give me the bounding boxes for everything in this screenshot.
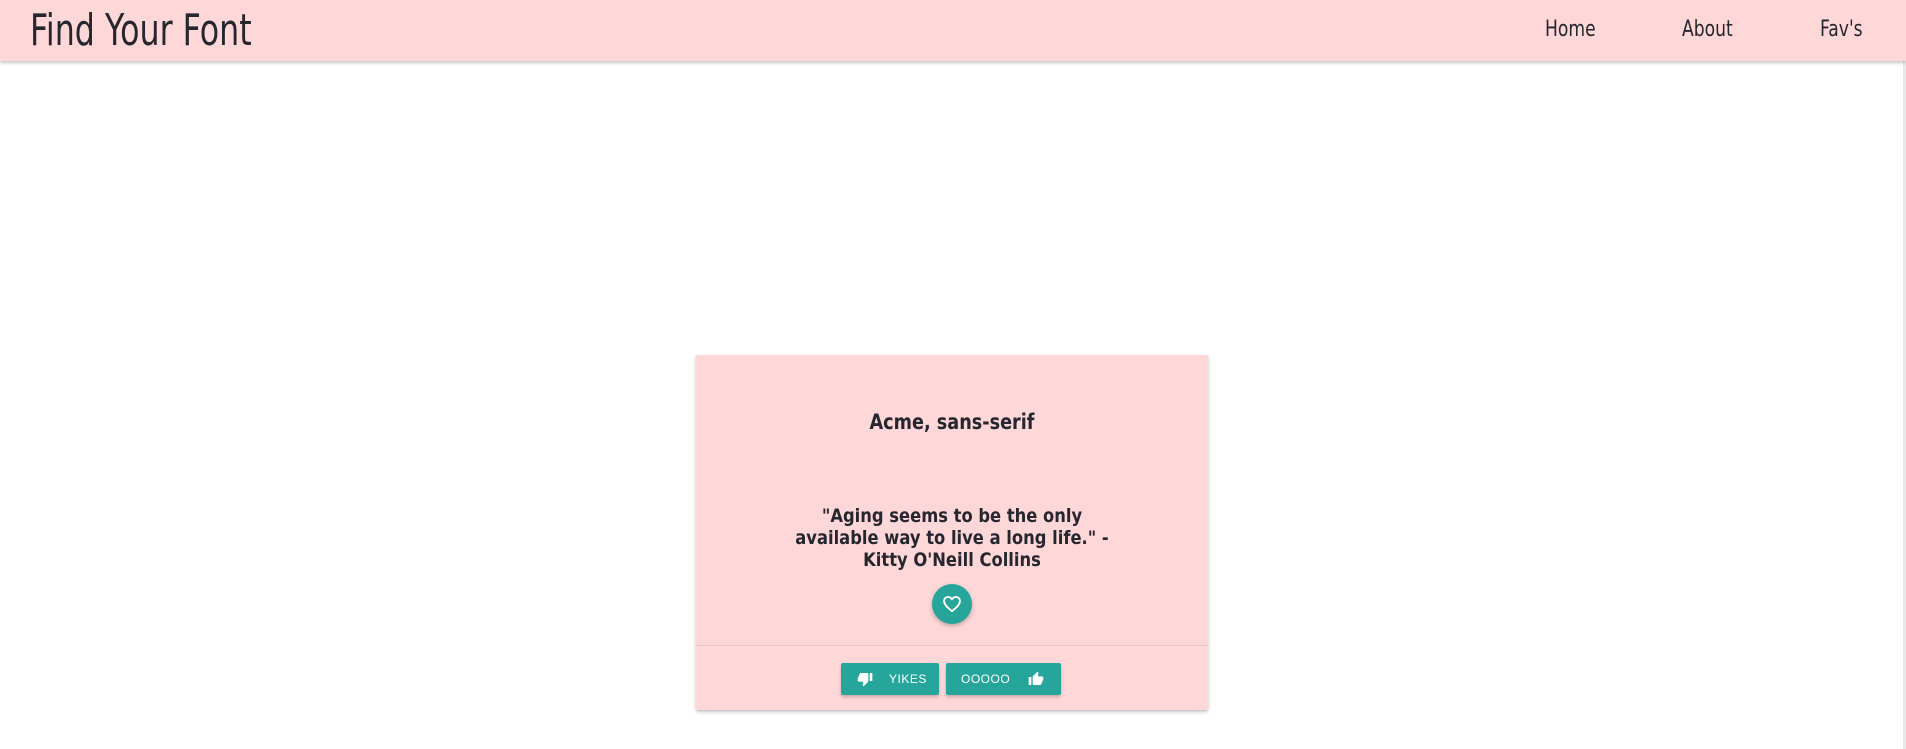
- nav-link-favs[interactable]: Fav's: [1820, 16, 1863, 44]
- ooooo-button[interactable]: OOOOO: [946, 663, 1061, 695]
- nav-link-about[interactable]: About: [1682, 16, 1733, 44]
- font-card: Acme, sans-serif "Aging seems to be the …: [696, 355, 1208, 710]
- font-name: Acme, sans-serif: [869, 410, 1035, 434]
- yikes-button[interactable]: YIKES: [841, 663, 939, 695]
- navbar: Find Your Font Home About Fav's: [0, 0, 1906, 61]
- thumb-down-icon: [857, 671, 873, 690]
- nav-link-home[interactable]: Home: [1545, 16, 1596, 44]
- thumb-up-icon: [1028, 671, 1044, 690]
- quote-text: "Aging seems to be the only available wa…: [795, 505, 1109, 571]
- ooooo-label: OOOOO: [961, 672, 1011, 686]
- brand-logo[interactable]: Find Your Font: [30, 4, 252, 58]
- yikes-label: YIKES: [889, 672, 927, 686]
- heart-outline-icon: [943, 596, 961, 612]
- card-action-divider: [696, 645, 1208, 646]
- favorite-button[interactable]: [932, 584, 972, 624]
